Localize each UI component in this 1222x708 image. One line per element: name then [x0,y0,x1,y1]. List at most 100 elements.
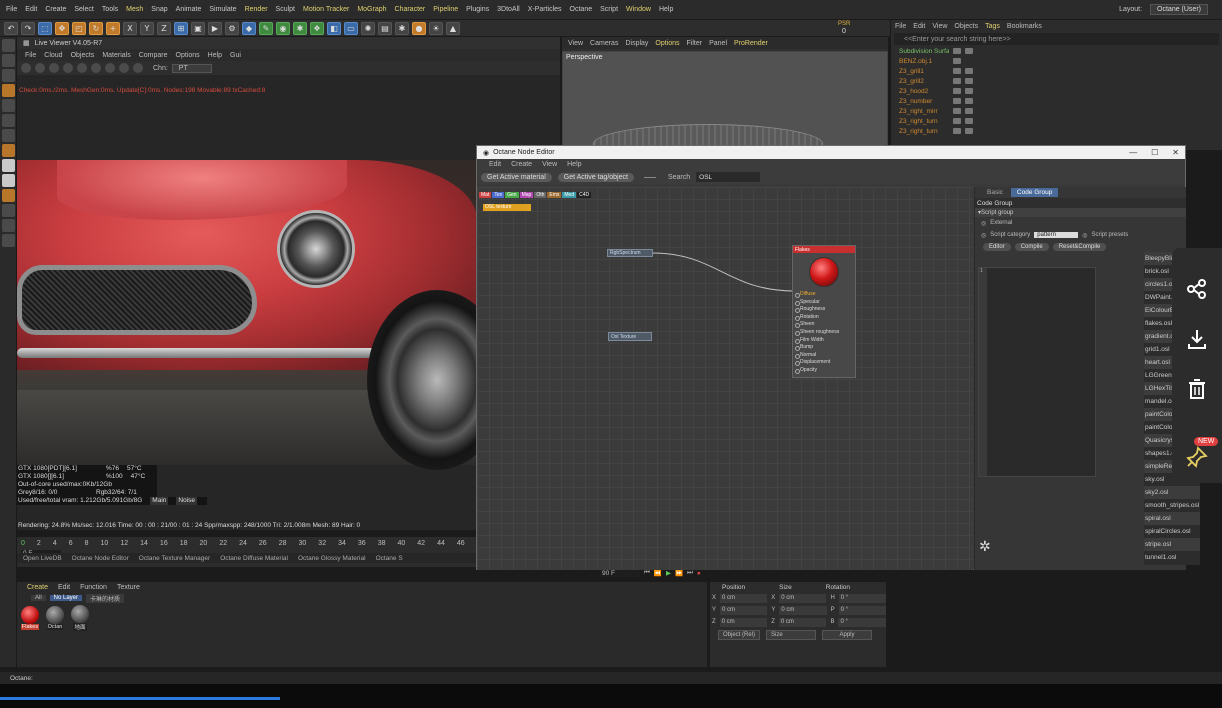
rotation-b-field[interactable]: 0 ° [838,617,886,627]
position-z-field[interactable]: 0 cm [719,617,768,627]
pin-normal[interactable]: Normal [793,352,855,360]
menu-character[interactable]: Character [395,6,426,13]
lv-region-icon[interactable] [119,63,129,73]
pin-bump[interactable]: Bump [793,344,855,352]
lv-stop-icon[interactable] [63,63,73,73]
maximize-icon[interactable]: ☐ [1151,148,1158,157]
lv-menu-objects[interactable]: Objects [71,52,95,59]
visibility-icon[interactable] [953,58,961,64]
download-icon[interactable] [1172,314,1222,364]
planar-icon[interactable] [2,219,15,232]
vp-menu-display[interactable]: Display [625,40,648,47]
light-icon[interactable]: ✺ [361,21,375,35]
move-icon[interactable]: ✥ [55,21,69,35]
delete-icon[interactable] [1172,364,1222,414]
script-category-dropdown[interactable]: pattern [1034,232,1079,238]
undo-icon[interactable]: ↶ [4,21,18,35]
layer-tab-no-layer[interactable]: No Layer [49,595,83,601]
visibility-icon[interactable] [953,98,961,104]
om-menu-tags[interactable]: Tags [985,23,1000,30]
pin-opacity[interactable]: Opacity [793,367,855,375]
polygon-mode-icon[interactable] [2,129,15,142]
rotation-p-field[interactable]: 0 ° [838,605,886,615]
menu-create[interactable]: Create [45,6,66,13]
lv-send-scene-icon[interactable] [21,63,31,73]
menu-3dtoall[interactable]: 3DtoAll [497,6,520,13]
tab-code-group[interactable]: Code Group [1010,188,1059,197]
preset-item[interactable]: spiralCircles.osl [1144,525,1200,538]
octane-live-viewer-icon[interactable]: ▤ [378,21,392,35]
tab-octane-node-editor[interactable]: Octane Node Editor [72,555,129,562]
cloner-icon[interactable]: ✱ [293,21,307,35]
play-icon[interactable]: ▶ [666,569,671,577]
chn-dropdown[interactable]: PT [171,63,212,73]
rotate-icon[interactable]: ↻ [89,21,103,35]
position-y-field[interactable]: 0 cm [720,605,768,615]
preset-item[interactable]: stripe.osl [1144,538,1200,551]
next-key-icon[interactable]: ⏩ [675,569,683,577]
lv-settings-icon[interactable] [77,63,87,73]
lv-material-icon[interactable] [91,63,101,73]
rotation-h-field[interactable]: 0 ° [838,593,886,603]
visibility-icon[interactable] [953,48,961,54]
select-icon[interactable]: ⬚ [38,21,52,35]
texture-mode-icon[interactable] [2,84,15,97]
om-menu-bookmarks[interactable]: Bookmarks [1007,23,1042,30]
visibility-icon[interactable] [953,128,961,134]
octane-camera-icon[interactable]: ▲ [446,21,460,35]
visibility-icon[interactable] [953,68,961,74]
menu-file[interactable]: File [6,6,17,13]
menu-tools[interactable]: Tools [102,6,118,13]
lv-menu-materials[interactable]: Materials [102,52,130,59]
camera-icon[interactable]: ▭ [344,21,358,35]
visibility-icon[interactable] [953,118,961,124]
om-menu-file[interactable]: File [895,23,906,30]
menu-edit[interactable]: Edit [25,6,37,13]
pin-displacement[interactable]: Displacement [793,359,855,367]
visibility-icon[interactable] [953,78,961,84]
menu-pipeline[interactable]: Pipeline [433,6,458,13]
preset-item[interactable]: sky2.osl [1144,486,1200,499]
presets-radio-icon[interactable]: ◎ [1082,232,1087,239]
tab-octane-diffuse-material[interactable]: Octane Diffuse Material [220,555,288,562]
object-mode-icon[interactable] [2,69,15,82]
pin-specular[interactable]: Specular [793,299,855,307]
spline-pen-icon[interactable]: ✎ [259,21,273,35]
end-frame-field[interactable]: 90 F [600,569,640,577]
object-item[interactable]: Z3_hood2 [891,86,1222,96]
lv-menu-gui[interactable]: Gui [230,52,241,59]
render-view-icon[interactable]: ▣ [191,21,205,35]
category-radio-icon[interactable]: ◎ [981,232,986,239]
lv-pause-icon[interactable] [49,63,59,73]
mm-menu-edit[interactable]: Edit [58,584,70,591]
video-progress-bar[interactable] [0,697,280,700]
lv-lock-icon[interactable] [105,63,115,73]
menu-sculpt[interactable]: Sculpt [276,6,295,13]
add-icon[interactable]: + [106,21,120,35]
osl-code-editor[interactable]: 1 [978,267,1096,477]
timeline-ruler[interactable]: 0 2 4 6 8 10 12 14 16 18 20 22 24 26 28 30 32 34 36 38 40 42 4… [17,537,484,549]
octane-material-icon[interactable]: ● [412,21,426,35]
viewport-canvas[interactable]: Perspective [562,51,888,164]
preset-item[interactable]: spiral.osl [1144,512,1200,525]
menu-script[interactable]: Script [600,6,618,13]
menu-render[interactable]: Render [245,6,268,13]
flakes-material-node[interactable]: Flakes Diffuse Specular Roughness Rotati… [792,245,856,378]
scene-icon[interactable]: ◧ [327,21,341,35]
menu-octane[interactable]: Octane [570,6,593,13]
material-ground[interactable]: 地面 [69,605,91,631]
axis-x-button[interactable]: X [123,21,137,35]
go-start-icon[interactable]: ⏮ [644,569,650,577]
octane-light-icon[interactable]: ☀ [429,21,443,35]
object-item[interactable]: BENZ.obj.1 [891,56,1222,66]
record-icon[interactable]: ● [697,570,701,577]
render-settings-icon[interactable]: ⚙ [225,21,239,35]
ne-menu-edit[interactable]: Edit [489,161,501,168]
ne-menu-create[interactable]: Create [511,161,532,168]
layout-dropdown[interactable]: Octane (User) [1150,4,1208,15]
uv-mode-icon[interactable] [2,144,15,157]
menu-motion-tracker[interactable]: Motion Tracker [303,6,349,13]
size-y-field[interactable]: 0 cm [779,605,827,615]
pin-film-width[interactable]: Film Width [793,337,855,345]
visibility-icon[interactable] [953,108,961,114]
